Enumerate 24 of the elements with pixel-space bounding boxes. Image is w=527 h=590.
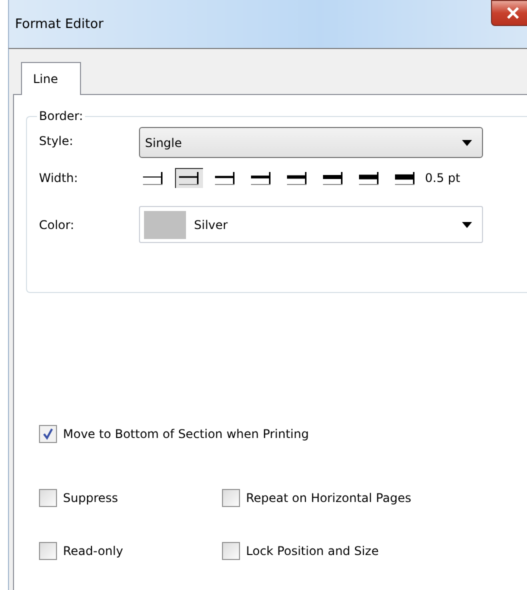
line-width-option[interactable] — [175, 168, 203, 188]
window-title: Format Editor — [14, 16, 104, 32]
dropdown-arrow-icon — [462, 140, 472, 146]
checkbox-option[interactable]: Move to Bottom of Section when Printing — [39, 425, 527, 443]
tab[interactable]: Line — [21, 62, 82, 95]
checkbox[interactable] — [39, 489, 57, 507]
checkbox-option[interactable]: Repeat on Horizontal Pages — [222, 489, 527, 507]
field-label: Width: — [39, 171, 79, 185]
close-button[interactable] — [491, 0, 527, 26]
checkbox-option[interactable]: Suppress — [39, 489, 222, 507]
color-dropdown[interactable]: Silver — [139, 206, 483, 243]
field-label: Color: — [39, 218, 76, 232]
checkbox[interactable] — [39, 542, 57, 560]
checkbox[interactable] — [222, 542, 240, 560]
style-dropdown[interactable]: Single — [139, 127, 483, 158]
close-icon — [506, 7, 520, 19]
checkbox-option[interactable]: Lock Position and Size — [222, 542, 527, 560]
group-title: Border: — [38, 109, 84, 123]
checkbox-option[interactable]: Read-only — [39, 542, 222, 560]
field-label: Style: — [39, 134, 74, 148]
dropdown-arrow-icon — [462, 222, 472, 228]
checkbox[interactable] — [222, 489, 240, 507]
width-reading: 0.5 pt — [425, 171, 460, 185]
checkbox[interactable] — [39, 425, 57, 443]
